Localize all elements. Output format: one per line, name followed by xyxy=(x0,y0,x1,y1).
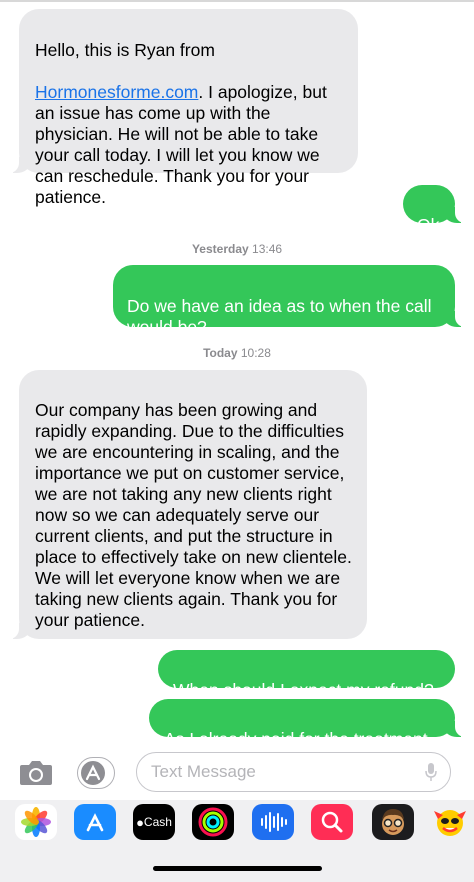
top-divider xyxy=(0,0,474,2)
app-store-icon[interactable] xyxy=(74,804,116,840)
sent-message[interactable]: As I already paid for the treatment xyxy=(149,699,469,749)
app-store-icon xyxy=(81,761,105,785)
camera-icon[interactable] xyxy=(19,760,53,786)
app-store-button[interactable] xyxy=(77,757,115,789)
memoji-icon[interactable] xyxy=(372,804,414,840)
message-input-placeholder: Text Message xyxy=(151,762,256,781)
images-search-icon[interactable] xyxy=(311,804,353,840)
message-text: Ok xyxy=(417,215,440,235)
message-text: When should I expect my refund? xyxy=(173,680,434,700)
timestamp-time: 13:46 xyxy=(252,242,283,256)
received-message[interactable]: Our company has been growing and rapidly… xyxy=(5,370,367,639)
audio-message-icon[interactable] xyxy=(252,804,294,840)
timestamp-day: Today xyxy=(203,346,238,360)
message-text: Hello, this is Ryan from xyxy=(35,40,215,60)
message-input[interactable]: Text Message xyxy=(136,752,451,792)
animoji-icon[interactable] xyxy=(430,804,470,840)
apple-cash-label: Cash xyxy=(143,815,172,829)
timestamp: Today 10:28 xyxy=(0,346,474,360)
home-indicator[interactable] xyxy=(153,866,322,871)
timestamp-time: 10:28 xyxy=(240,346,271,360)
microphone-icon[interactable] xyxy=(424,762,438,782)
message-text: Our company has been growing and rapidly… xyxy=(35,400,352,630)
sent-message[interactable]: Ok xyxy=(403,185,469,235)
timestamp: Yesterday 13:46 xyxy=(0,242,474,256)
apple-cash-icon[interactable]: ● Cash xyxy=(133,804,175,840)
website-link[interactable]: Hormonesforme.com xyxy=(35,82,198,102)
sent-message[interactable]: When should I expect my refund? xyxy=(158,650,455,700)
message-text: As I already paid for the treatment xyxy=(164,729,428,749)
timestamp-day: Yesterday xyxy=(191,242,249,256)
sent-message[interactable]: Do we have an idea as to when the call w… xyxy=(113,265,469,337)
received-message[interactable]: Hello, this is Ryan from Hormonesforme.c… xyxy=(5,9,358,207)
photos-icon[interactable] xyxy=(15,804,57,840)
message-text: Do we have an idea as to when the call w… xyxy=(127,296,432,337)
activity-icon[interactable] xyxy=(192,804,234,840)
